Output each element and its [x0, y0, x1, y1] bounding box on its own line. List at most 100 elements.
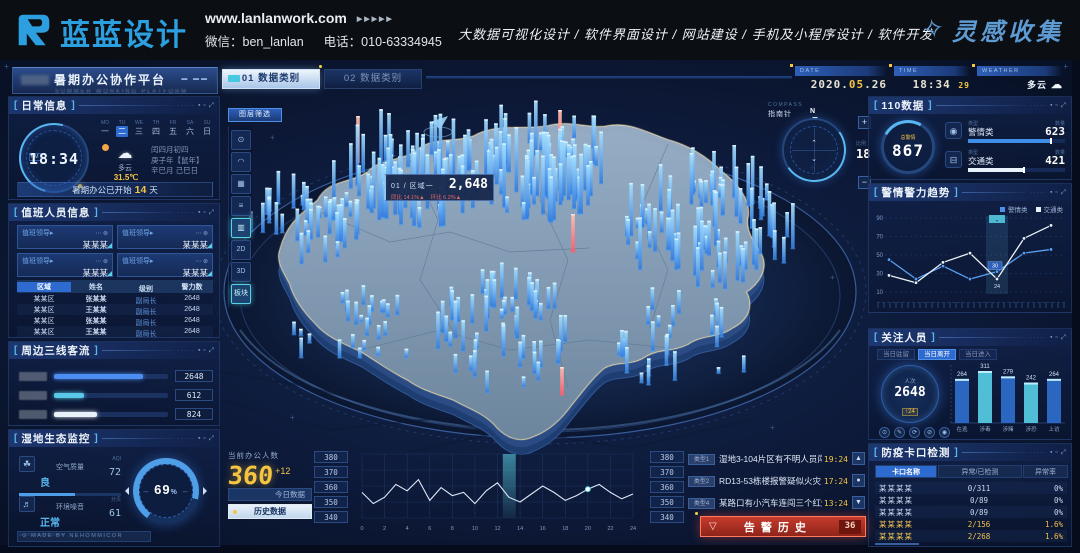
- expand-icon[interactable]: ⤢: [1061, 334, 1066, 342]
- layer-filter-title: 图层筛选: [228, 108, 282, 122]
- chart-axis-decoration: [877, 302, 1065, 308]
- flow-label-pill: [19, 410, 47, 419]
- window-icon[interactable]: ▫: [1055, 189, 1057, 196]
- window-icon[interactable]: ▫: [203, 347, 205, 354]
- compass-label-en: COMPASS: [768, 102, 803, 108]
- scrollbar[interactable]: [875, 543, 919, 545]
- layer-tool-bar-chart[interactable]: ▥: [231, 218, 251, 238]
- tooltip-value: 2,648: [449, 177, 488, 192]
- checkpoint-row[interactable]: 某某某某2/2681.6%: [875, 530, 1067, 542]
- svg-text:16: 16: [540, 526, 546, 532]
- layer-tool-plate[interactable]: 板块: [231, 284, 251, 304]
- more-icon[interactable]: ⋯ ⊗: [195, 258, 208, 265]
- expand-icon[interactable]: ⤢: [209, 102, 214, 110]
- inspiration-collection[interactable]: ✧ 灵感收集: [922, 12, 1064, 47]
- column-checkpoint-name[interactable]: 卡口名称: [875, 465, 937, 478]
- alert-row[interactable]: 类型2RD13-53栋楼报警疑似火灾17:24: [688, 473, 848, 489]
- camera-icon[interactable]: ⊙: [879, 427, 890, 438]
- weekday-cn[interactable]: 三: [133, 126, 145, 137]
- svg-text:90: 90: [876, 216, 883, 222]
- edit-icon[interactable]: ✎: [894, 427, 905, 438]
- minimize-icon[interactable]: ▪: [198, 435, 200, 442]
- alert-row[interactable]: 类型1湿地3-104片区有不明人员闯入19:24: [688, 451, 848, 467]
- scroll-down-button[interactable]: ▼: [852, 496, 865, 509]
- layer-tool-cctv[interactable]: ⊙: [231, 130, 251, 150]
- table-row[interactable]: 某某区张某某副局长2648: [17, 337, 213, 338]
- alert-row[interactable]: 类型4某路口有小汽车连闯三个红灯13:24: [688, 495, 848, 511]
- checkpoint-row[interactable]: 某某某某0/3110%: [875, 482, 1067, 494]
- layer-tool-grid[interactable]: ▦: [231, 174, 251, 194]
- weather-widget: WEATHER 多云☁: [977, 66, 1063, 91]
- tab-data-category-2[interactable]: 02 数据类别: [324, 69, 422, 89]
- history-data-button[interactable]: 历史数据: [228, 504, 312, 519]
- website-link[interactable]: www.lanlanwork.com: [205, 10, 347, 26]
- alert-history-banner[interactable]: ▽ 告警历史 36: [700, 516, 866, 537]
- table-row[interactable]: 某某区王某某副局长2648: [17, 326, 213, 337]
- compass-dial[interactable]: ⌃ ⌄: [782, 118, 846, 182]
- svg-text:+: +: [290, 413, 295, 422]
- expand-icon[interactable]: ⤢: [209, 347, 214, 355]
- minimize-icon[interactable]: ▪: [1050, 449, 1052, 456]
- layer-tool-list[interactable]: ≡: [231, 196, 251, 216]
- expand-icon[interactable]: ⤢: [1061, 102, 1066, 110]
- column-abnormal-rate[interactable]: 异常率: [1023, 465, 1068, 478]
- panel-focus-personnel: [关注人员]·····▪▫⤢ 当日驻留 当日离开 当日进入 人次 2648 ↑2…: [868, 328, 1072, 440]
- window-icon[interactable]: ▫: [203, 209, 205, 216]
- column-abnormal-checked[interactable]: 异常/已检测: [938, 465, 1022, 478]
- minimize-icon[interactable]: ▪: [198, 209, 200, 216]
- expand-icon[interactable]: ⤢: [209, 435, 214, 443]
- expand-icon[interactable]: ⤢: [1061, 449, 1066, 457]
- window-icon[interactable]: ▫: [1055, 449, 1057, 456]
- window-icon[interactable]: ▫: [203, 102, 205, 109]
- column-header[interactable]: 姓名: [71, 282, 121, 292]
- alert-list: 类型1湿地3-104片区有不明人员闯入19:24 类型2RD13-53栋楼报警疑似…: [688, 451, 848, 517]
- weekday-cn[interactable]: 五: [167, 126, 179, 137]
- table-row[interactable]: 某某区张某某副局长2648: [17, 315, 213, 326]
- table-row[interactable]: 某某区王某某副局长2648: [17, 304, 213, 315]
- layer-tool-2d[interactable]: 2D: [231, 240, 251, 260]
- window-icon[interactable]: ▫: [1055, 334, 1057, 341]
- minimize-icon[interactable]: ▪: [198, 347, 200, 354]
- layer-tool-3d[interactable]: 3D: [231, 262, 251, 282]
- table-row[interactable]: 某某区张某某副局长2648: [17, 293, 213, 304]
- column-header[interactable]: 区域: [17, 282, 71, 292]
- checkpoint-row[interactable]: 某某某某2/1561.6%: [875, 518, 1067, 530]
- lock-icon[interactable]: ⊘: [924, 427, 935, 438]
- scroll-dot[interactable]: ●: [852, 474, 865, 487]
- alert-scroll-controls: ▲ ● ▼: [852, 452, 865, 518]
- column-header[interactable]: 级别: [121, 284, 171, 294]
- time-widget: TIME 18:34 29: [894, 66, 970, 91]
- checkpoint-row[interactable]: 某某某某0/890%: [875, 506, 1067, 518]
- tab-data-category-1[interactable]: 01 数据类别: [222, 69, 320, 89]
- weekday-cn[interactable]: 一: [99, 126, 111, 137]
- minimize-icon[interactable]: ▪: [1050, 334, 1052, 341]
- weekday-cn[interactable]: 二: [116, 126, 128, 137]
- scroll-up-button[interactable]: ▲: [852, 452, 865, 465]
- panel-passenger-flow: [周边三线客流]·····▪▫⤢ 2648612824: [8, 341, 220, 426]
- minimize-icon[interactable]: ▪: [1050, 189, 1052, 196]
- map-tooltip: 01 / 区域一2,648 同比 14.1%▲环比 6.2%▲: [384, 174, 494, 201]
- layer-tool-signal[interactable]: ◠: [231, 152, 251, 172]
- phone-label: 电话：010-63334945: [324, 35, 442, 49]
- window-icon[interactable]: ▫: [203, 435, 205, 442]
- more-icon[interactable]: ⋯ ⊗: [95, 258, 108, 265]
- today-data-button[interactable]: 今日数据: [228, 488, 312, 501]
- gauge-right-arrow[interactable]: [203, 487, 211, 495]
- weekday-cn[interactable]: 日: [201, 126, 213, 137]
- minimize-icon[interactable]: ▪: [1050, 102, 1052, 109]
- weekday-cn[interactable]: 六: [184, 126, 196, 137]
- weekday-cn[interactable]: 四: [150, 126, 162, 137]
- expand-icon[interactable]: ⤢: [1061, 189, 1066, 197]
- duty-role: 值班领导: [22, 256, 50, 266]
- window-icon[interactable]: ▫: [1055, 102, 1057, 109]
- refresh-icon[interactable]: ⟳: [909, 427, 920, 438]
- checkpoint-row[interactable]: 某某某某0/890%: [875, 494, 1067, 506]
- panel-title: 湿地生态监控: [21, 431, 90, 446]
- minimize-icon[interactable]: ▪: [198, 102, 200, 109]
- more-icon[interactable]: ⋯ ⊗: [195, 230, 208, 237]
- tab-stay-today[interactable]: 当日驻留: [877, 349, 915, 360]
- expand-icon[interactable]: ⤢: [209, 209, 214, 217]
- more-icon[interactable]: ⋯ ⊗: [95, 230, 108, 237]
- column-header[interactable]: 警力数: [171, 282, 213, 292]
- gauge-left-arrow[interactable]: [121, 487, 129, 495]
